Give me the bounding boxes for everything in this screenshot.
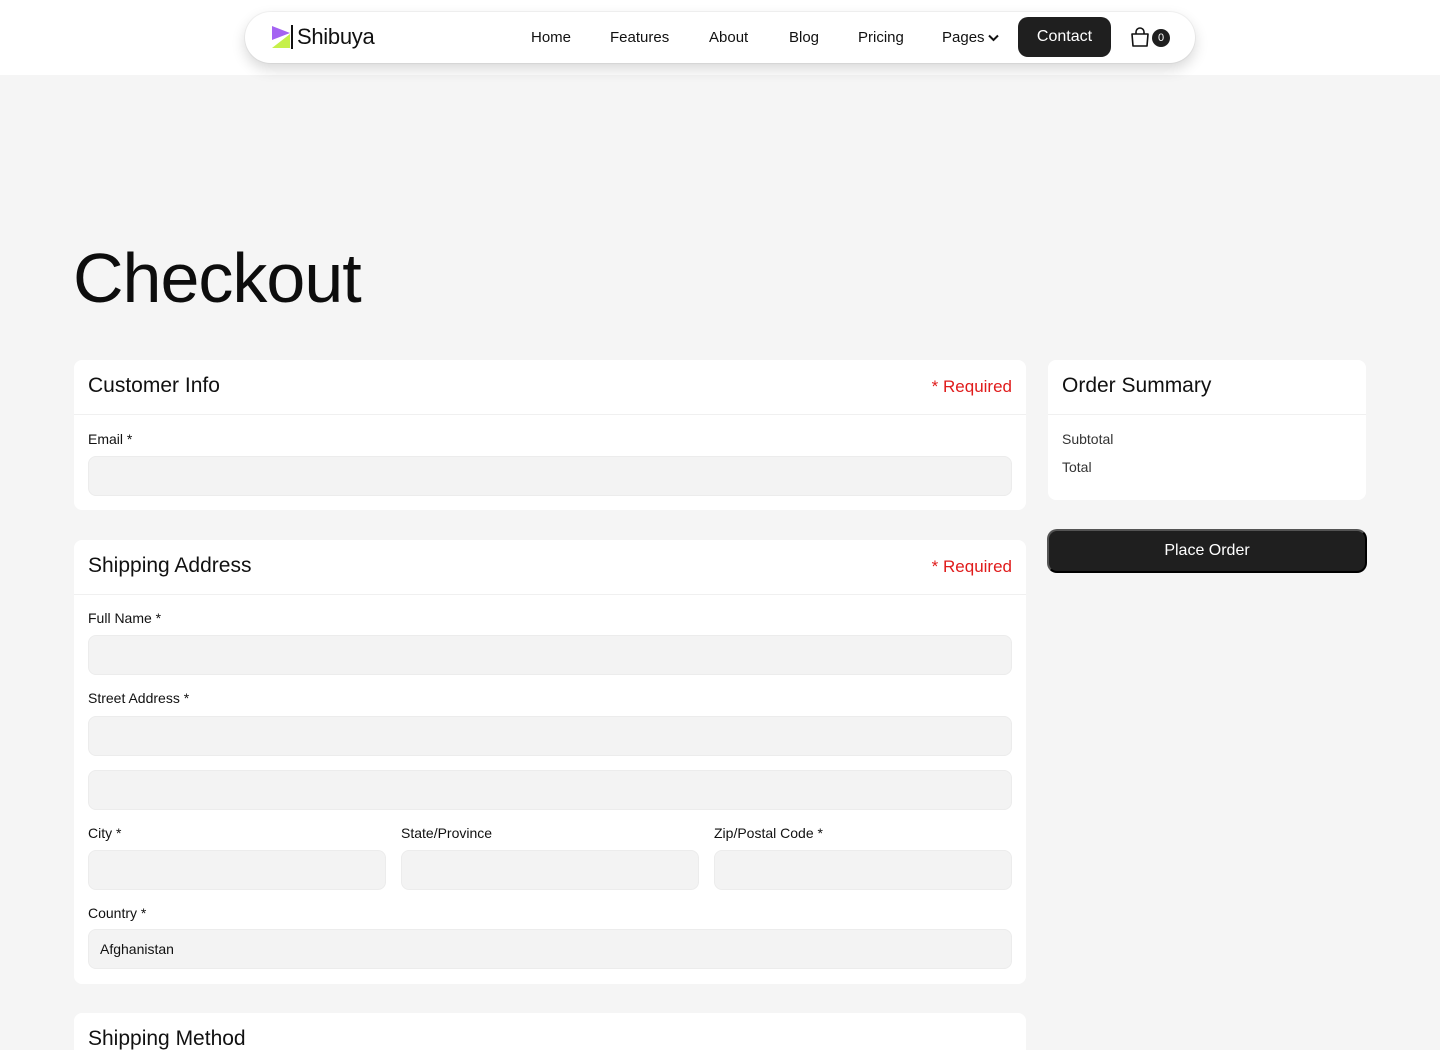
place-order-button[interactable]: Place Order	[1047, 529, 1367, 573]
order-summary-card: Order Summary Subtotal Total	[1048, 360, 1366, 500]
page-title: Checkout	[73, 239, 362, 317]
order-summary-title: Order Summary	[1062, 374, 1212, 397]
email-label: Email *	[88, 431, 133, 447]
zip-code-field[interactable]	[714, 850, 1012, 890]
brand-logo[interactable]: Shibuya	[271, 23, 375, 51]
shibuya-logo-icon	[271, 25, 293, 49]
street-address-line2-field[interactable]	[88, 770, 1012, 810]
nav-link-pricing[interactable]: Pricing	[858, 29, 904, 46]
city-field[interactable]	[88, 850, 386, 890]
country-select[interactable]: Afghanistan	[88, 929, 1012, 969]
state-province-label: State/Province	[401, 825, 493, 841]
required-note: * Required	[931, 557, 1012, 576]
card-header: Order Summary	[1048, 360, 1366, 415]
full-name-field[interactable]	[88, 635, 1012, 675]
nav-pages-dropdown[interactable]: Pages	[942, 29, 999, 46]
chevron-down-icon	[987, 29, 999, 46]
customer-info-card: Customer Info * Required Email *	[74, 360, 1026, 510]
shipping-address-card: Shipping Address * Required Full Name * …	[74, 540, 1026, 984]
country-label: Country *	[88, 905, 147, 921]
contact-button[interactable]: Contact	[1018, 17, 1111, 57]
customer-info-title: Customer Info	[88, 374, 220, 397]
country-selected-value: Afghanistan	[100, 941, 174, 957]
subtotal-label: Subtotal	[1062, 431, 1114, 447]
zip-code-label: Zip/Postal Code *	[714, 825, 823, 841]
shipping-method-card: Shipping Method	[74, 1013, 1026, 1050]
state-province-field[interactable]	[401, 850, 699, 890]
total-label: Total	[1062, 459, 1092, 475]
cart-button[interactable]: 0	[1129, 26, 1173, 50]
required-note: * Required	[931, 377, 1012, 396]
nav-link-features[interactable]: Features	[610, 29, 669, 46]
card-header: Shipping Address * Required	[74, 540, 1026, 595]
full-name-label: Full Name *	[88, 610, 162, 626]
brand-name: Shibuya	[297, 24, 375, 49]
nav-pages-label: Pages	[942, 29, 985, 46]
nav-link-about[interactable]: About	[709, 29, 748, 46]
shipping-method-title: Shipping Method	[88, 1027, 246, 1050]
shipping-address-title: Shipping Address	[88, 554, 252, 577]
street-address-line1-field[interactable]	[88, 716, 1012, 756]
city-label: City *	[88, 825, 122, 841]
card-header: Customer Info * Required	[74, 360, 1026, 415]
nav-link-home[interactable]: Home	[531, 29, 571, 46]
nav-link-blog[interactable]: Blog	[789, 29, 819, 46]
navbar: Shibuya Home Features About Blog Pricing…	[245, 12, 1195, 63]
email-field[interactable]	[88, 456, 1012, 496]
street-address-label: Street Address *	[88, 690, 190, 706]
cart-count-badge: 0	[1152, 29, 1170, 47]
